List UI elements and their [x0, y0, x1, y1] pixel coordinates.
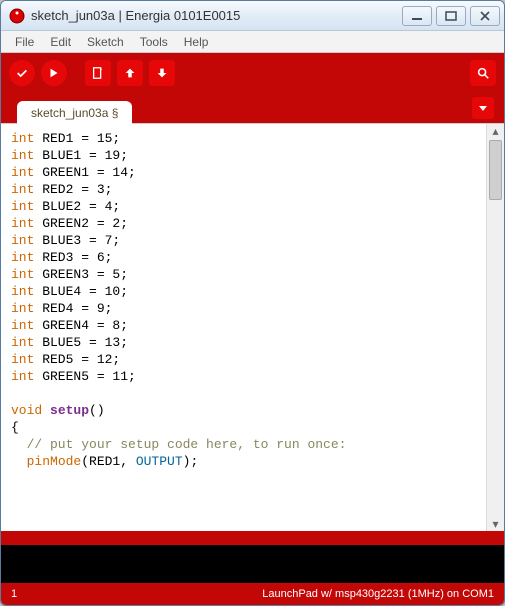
verify-button[interactable] [9, 60, 35, 86]
menu-file[interactable]: File [7, 33, 42, 51]
menubar: File Edit Sketch Tools Help [1, 31, 504, 53]
scroll-down-icon[interactable]: ▾ [489, 517, 502, 531]
serial-monitor-button[interactable] [470, 60, 496, 86]
scroll-thumb[interactable] [489, 140, 502, 200]
code-editor[interactable]: int RED1 = 15; int BLUE1 = 19; int GREEN… [1, 124, 486, 531]
status-line-number: 1 [11, 588, 17, 600]
minimize-button[interactable] [402, 6, 432, 26]
app-icon [9, 8, 25, 24]
save-button[interactable] [149, 60, 175, 86]
toolbar [1, 53, 504, 93]
tab-menu-button[interactable] [472, 97, 494, 119]
statusbar: 1 LaunchPad w/ msp430g2231 (1MHz) on COM… [1, 583, 504, 605]
titlebar: sketch_jun03a | Energia 0101E0015 [1, 1, 504, 31]
menu-tools[interactable]: Tools [132, 33, 176, 51]
tabstrip: sketch_jun03a § [1, 93, 504, 123]
menu-help[interactable]: Help [176, 33, 217, 51]
upload-button[interactable] [41, 60, 67, 86]
maximize-button[interactable] [436, 6, 466, 26]
vertical-scrollbar[interactable]: ▴ ▾ [486, 124, 504, 531]
console-divider [1, 531, 504, 545]
open-button[interactable] [117, 60, 143, 86]
menu-sketch[interactable]: Sketch [79, 33, 132, 51]
close-button[interactable] [470, 6, 500, 26]
new-button[interactable] [85, 60, 111, 86]
console[interactable] [1, 545, 504, 583]
tab-active[interactable]: sketch_jun03a § [17, 101, 132, 124]
editor-area: int RED1 = 15; int BLUE1 = 19; int GREEN… [1, 123, 504, 531]
menu-edit[interactable]: Edit [42, 33, 79, 51]
scroll-up-icon[interactable]: ▴ [489, 124, 502, 138]
app-window: sketch_jun03a | Energia 0101E0015 File E… [0, 0, 505, 606]
window-title: sketch_jun03a | Energia 0101E0015 [31, 8, 402, 23]
status-board: LaunchPad w/ msp430g2231 (1MHz) on COM1 [262, 588, 494, 600]
